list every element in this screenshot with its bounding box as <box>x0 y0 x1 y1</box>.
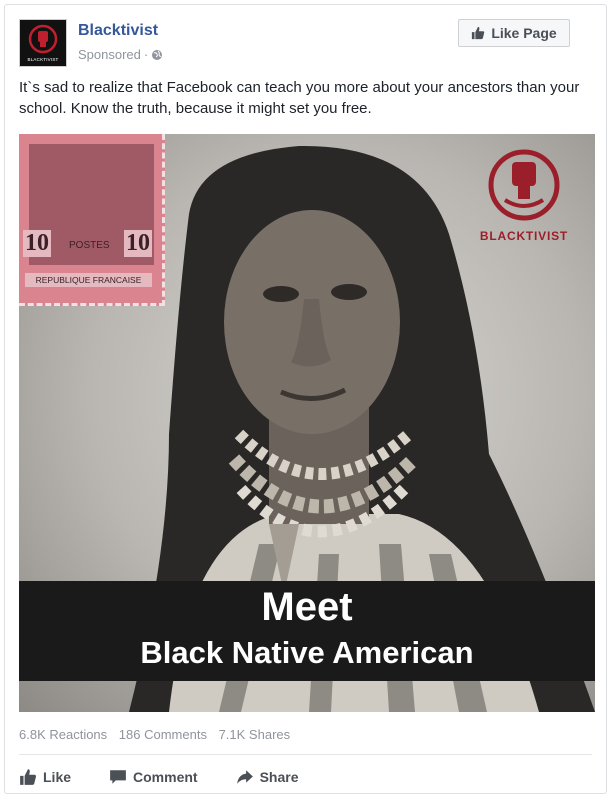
comments-count[interactable]: 186 Comments <box>119 727 207 742</box>
engagement-stats: 6.8K Reactions 186 Comments 7.1K Shares <box>19 727 298 742</box>
raised-fist-icon <box>488 149 560 221</box>
shares-count[interactable]: 7.1K Shares <box>219 727 291 742</box>
raised-fist-icon <box>28 24 58 54</box>
subheadline: Black Native American <box>140 635 474 670</box>
share-label: Share <box>259 769 299 785</box>
like-button[interactable]: Like <box>19 768 71 786</box>
divider <box>19 754 592 755</box>
stamp-value-left: 10 <box>23 230 51 257</box>
avatar-caption: BLACKTIVIST <box>27 57 59 62</box>
vintage-stamp: 10 POSTES 10 REPUBLIQUE FRANCAISE <box>19 134 165 306</box>
comment-label: Comment <box>133 769 198 785</box>
headline: Meet <box>261 585 353 629</box>
headline-banner: Meet Black Native American <box>19 581 595 681</box>
stamp-value-right: 10 <box>124 230 152 257</box>
post-actions: Like Comment Share <box>19 765 337 789</box>
post-image[interactable]: 10 POSTES 10 REPUBLIQUE FRANCAISE BLACKT… <box>19 134 595 712</box>
thumbs-up-icon <box>20 769 37 785</box>
brand-logo: BLACKTIVIST <box>479 148 569 243</box>
stamp-country: REPUBLIQUE FRANCAISE <box>25 273 152 287</box>
post-meta: Sponsored · <box>78 47 163 62</box>
like-page-button[interactable]: Like Page <box>458 19 570 47</box>
brand-name: BLACKTIVIST <box>479 229 569 243</box>
like-label: Like <box>43 769 72 785</box>
globe-icon <box>152 49 163 60</box>
sponsored-label[interactable]: Sponsored <box>78 47 141 62</box>
reactions-count[interactable]: 6.8K Reactions <box>19 727 107 742</box>
share-arrow-icon <box>236 770 253 784</box>
page-avatar[interactable]: BLACKTIVIST <box>19 19 67 67</box>
like-page-label: Like Page <box>491 25 557 41</box>
comment-icon <box>110 770 126 784</box>
comment-button[interactable]: Comment <box>109 768 198 786</box>
sponsored-post-card: BLACKTIVIST Blacktivist Sponsored · Like… <box>4 4 607 794</box>
page-name-link[interactable]: Blacktivist <box>78 22 158 40</box>
stamp-postes: POSTES <box>69 240 110 251</box>
meta-separator: · <box>143 47 149 62</box>
share-button[interactable]: Share <box>236 768 299 786</box>
thumbs-up-icon <box>472 26 485 40</box>
post-text: It`s sad to realize that Facebook can te… <box>19 79 580 117</box>
